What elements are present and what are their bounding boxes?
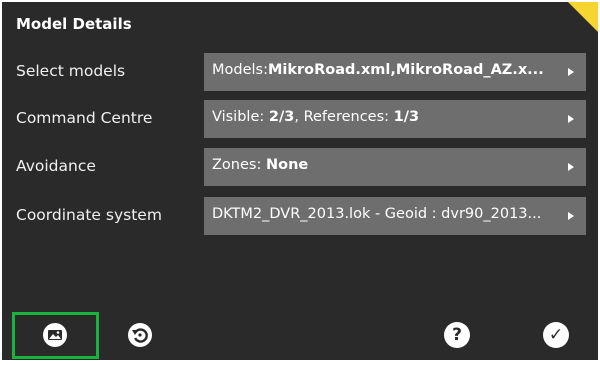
help-button[interactable]: ? [437,316,477,354]
avoidance-label: Avoidance [16,157,96,175]
select-models-field[interactable]: Models:MikroRoad.xml,MikroRoad_AZ.x... [204,53,586,91]
visible-prefix: Visible: [212,109,269,125]
coordinate-system-field[interactable]: DKTM2_DVR_2013.lok - Geoid : dvr90_2013.… [204,197,586,235]
panel-title: Model Details [16,15,132,33]
command-centre-label: Command Centre [16,109,153,127]
select-models-prefix: Models: [212,62,268,78]
chevron-right-icon [568,212,574,220]
coordinate-system-value: DKTM2_DVR_2013.lok - Geoid : dvr90_2013.… [212,206,542,222]
references-prefix: , References: [294,109,394,125]
chevron-right-icon [568,163,574,171]
checkmark-icon: ✓ [543,322,569,348]
row-select-models: Select models Models:MikroRoad.xml,Mikro… [2,53,598,91]
chevron-right-icon [568,115,574,123]
zones-prefix: Zones: [212,157,266,173]
references-value: 1/3 [393,109,420,125]
row-command-centre: Command Centre Visible: 2/3, References:… [2,100,598,138]
rotate-undo-icon [128,323,152,347]
command-centre-field[interactable]: Visible: 2/3, References: 1/3 [204,100,586,138]
confirm-button[interactable]: ✓ [536,316,576,354]
help-icon: ? [444,322,470,348]
row-avoidance: Avoidance Zones: None [2,148,598,186]
undo-button[interactable] [120,316,160,354]
chevron-right-icon [568,68,574,76]
visible-value: 2/3 [268,109,295,125]
select-models-value: MikroRoad.xml,MikroRoad_AZ.x... [267,62,544,78]
row-coordinate-system: Coordinate system DKTM2_DVR_2013.lok - G… [2,197,598,235]
corner-indicator [568,2,598,32]
select-models-label: Select models [16,62,126,80]
map-image-icon [43,323,67,347]
model-details-screen: Model Details Select models Models:Mikro… [2,2,598,360]
map-image-button[interactable] [35,316,75,354]
coordinate-system-label: Coordinate system [16,206,162,224]
avoidance-field[interactable]: Zones: None [204,148,586,186]
zones-value: None [265,157,309,173]
